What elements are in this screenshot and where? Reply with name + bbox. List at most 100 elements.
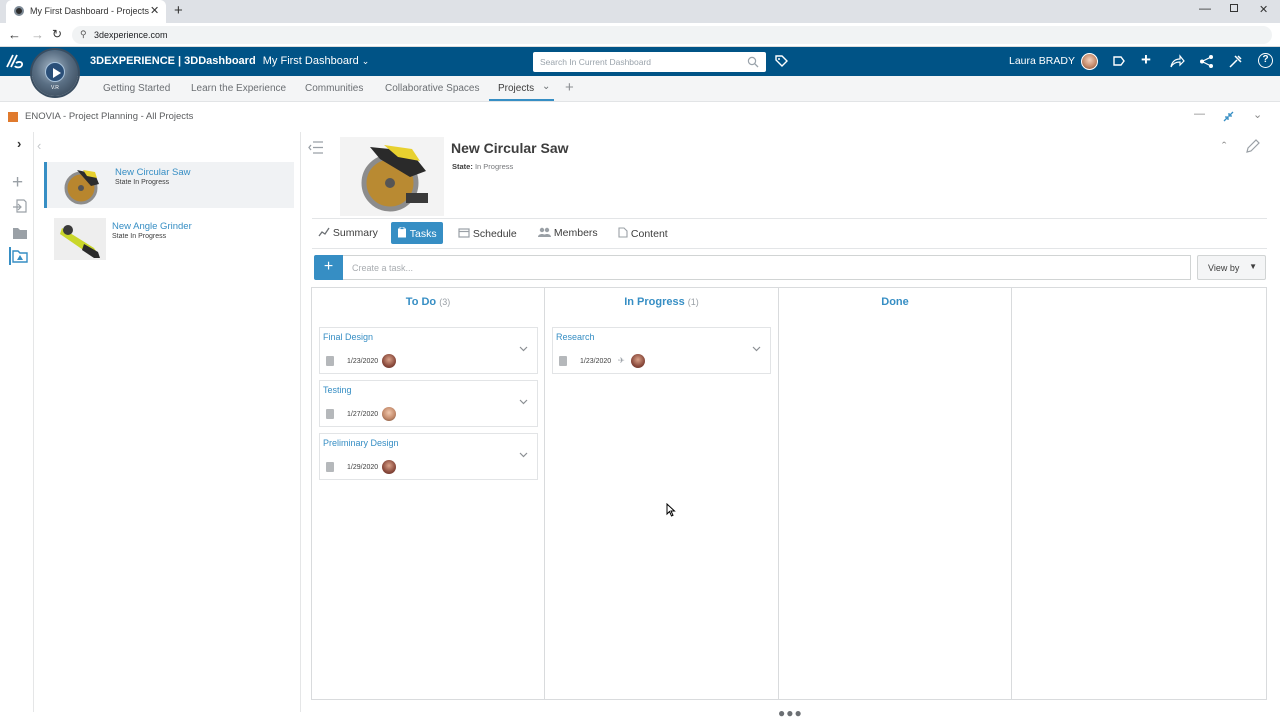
search-placeholder: Search In Current Dashboard: [540, 57, 652, 67]
widget-menu-chevron-icon[interactable]: ⌄: [1253, 108, 1262, 121]
assignee-avatar[interactable]: [382, 460, 396, 474]
minimize-widget-icon[interactable]: —: [1194, 108, 1205, 120]
restore-window-icon[interactable]: [1230, 4, 1238, 12]
project-folder-icon[interactable]: [12, 249, 28, 263]
tab-schedule[interactable]: Schedule: [452, 222, 523, 244]
header-divider: [312, 218, 1267, 219]
clipboard-icon: [398, 227, 406, 238]
view-by-label: View by: [1208, 263, 1240, 273]
more-options-icon[interactable]: ●●●: [778, 706, 803, 720]
add-icon[interactable]: +: [1141, 50, 1151, 70]
new-tab-icon[interactable]: +: [174, 2, 183, 19]
project-name[interactable]: New Angle Grinder: [112, 221, 192, 232]
minimize-window-icon[interactable]: —: [1199, 1, 1211, 15]
task-title[interactable]: Preliminary Design: [323, 438, 399, 448]
collapse-list-icon[interactable]: ‹: [37, 138, 41, 153]
tools-icon[interactable]: [1228, 54, 1243, 69]
help-icon[interactable]: ?: [1258, 53, 1273, 68]
view-by-dropdown[interactable]: View by ▼: [1197, 255, 1266, 280]
forward-icon[interactable]: →: [31, 27, 44, 42]
tab-label: Content: [630, 228, 668, 240]
project-item[interactable]: New Circular Saw State In Progress: [44, 162, 294, 208]
collapse-header-icon[interactable]: ˆ: [1222, 139, 1226, 154]
search-icon[interactable]: [747, 56, 759, 68]
back-icon[interactable]: ←: [8, 27, 21, 42]
task-card[interactable]: Final Design 1/23/2020: [319, 327, 538, 374]
dashboard-name[interactable]: My First Dashboard: [263, 55, 359, 67]
chevron-down-icon[interactable]: [752, 346, 761, 352]
pin-icon[interactable]: ✈: [618, 356, 625, 365]
network-icon[interactable]: [1199, 54, 1214, 69]
tab-content[interactable]: Content: [612, 222, 674, 244]
site-info-icon[interactable]: ⚲: [80, 29, 87, 40]
rail-selected-indicator: [9, 247, 11, 265]
column-done: Done: [779, 288, 1012, 699]
column-empty: [1012, 288, 1266, 699]
document-icon: [618, 227, 628, 238]
chevron-down-icon[interactable]: [519, 399, 528, 405]
create-task-input[interactable]: Create a task...: [343, 255, 1191, 280]
share-icon[interactable]: [1169, 54, 1185, 69]
chevron-down-icon[interactable]: [519, 346, 528, 352]
task-title[interactable]: Testing: [323, 385, 352, 395]
browser-tab[interactable]: My First Dashboard - Projects ✕: [6, 0, 166, 23]
user-name[interactable]: Laura BRADY: [1009, 55, 1075, 67]
edit-icon[interactable]: [1245, 139, 1260, 154]
column-to-do: To Do (3) Final Design 1/23/2020 Testing…: [312, 288, 545, 699]
column-in-progress: In Progress (1) Research 1/23/2020 ✈: [545, 288, 779, 699]
tab-communities[interactable]: Communities: [305, 83, 363, 94]
expand-icon[interactable]: ›: [17, 136, 21, 151]
tab-tasks[interactable]: Tasks: [391, 222, 443, 244]
tag-icon[interactable]: [774, 54, 789, 69]
notifications-icon[interactable]: [1111, 54, 1126, 69]
project-item[interactable]: New Angle Grinder State In Progress: [44, 216, 294, 262]
folder-icon[interactable]: [12, 226, 28, 240]
url-field[interactable]: ⚲ 3dexperience.com: [72, 26, 1272, 44]
platform-top-bar: 3DEXPERIENCE | 3DDashboard My First Dash…: [0, 47, 1280, 76]
task-title[interactable]: Final Design: [323, 332, 373, 342]
mouse-cursor-icon: [666, 503, 676, 517]
search-input[interactable]: Search In Current Dashboard: [533, 52, 766, 72]
project-name[interactable]: New Circular Saw: [115, 167, 191, 178]
assignee-avatar[interactable]: [631, 354, 645, 368]
close-tab-icon[interactable]: ✕: [150, 4, 159, 17]
task-title[interactable]: Research: [556, 332, 595, 342]
angle-grinder-thumbnail: [54, 218, 106, 260]
ds-logo-icon[interactable]: [5, 53, 25, 69]
task-card[interactable]: Research 1/23/2020 ✈: [552, 327, 771, 374]
tab-getting-started[interactable]: Getting Started: [103, 83, 170, 94]
add-tab-icon[interactable]: +: [565, 79, 574, 96]
assignee-avatar[interactable]: [382, 407, 396, 421]
add-task-button[interactable]: +: [314, 255, 343, 280]
reload-icon[interactable]: ↻: [52, 27, 62, 41]
task-card[interactable]: Testing 1/27/2020: [319, 380, 538, 427]
brand-3d: 3D: [90, 55, 105, 67]
import-icon[interactable]: [12, 198, 28, 214]
assignee-avatar[interactable]: [382, 354, 396, 368]
project-state: State In Progress: [112, 233, 167, 240]
add-project-icon[interactable]: +: [12, 172, 23, 194]
platform-brand: 3DEXPERIENCE | 3DDashboard My First Dash…: [90, 55, 369, 67]
widget-title: ENOVIA - Project Planning - All Projects: [25, 111, 194, 122]
caret-down-icon: ▼: [1249, 262, 1257, 271]
tab-collaborative-spaces[interactable]: Collaborative Spaces: [385, 83, 480, 94]
compass-icon[interactable]: V.R: [32, 50, 78, 96]
tab-summary[interactable]: Summary: [312, 222, 384, 244]
tab-menu-chevron-icon[interactable]: ⌄: [542, 81, 550, 92]
column-header: To Do (3): [312, 296, 544, 308]
tab-members[interactable]: Members: [532, 222, 604, 244]
task-card[interactable]: Preliminary Design 1/29/2020: [319, 433, 538, 480]
tab-label: Tasks: [409, 228, 437, 240]
tab-projects[interactable]: Projects: [498, 83, 534, 94]
state-value: In Progress: [474, 162, 514, 171]
dashboard-tabs: Getting Started Learn the Experience Com…: [0, 76, 1280, 102]
user-avatar[interactable]: [1081, 53, 1098, 70]
close-window-icon[interactable]: ✕: [1259, 3, 1268, 16]
chevron-down-icon[interactable]: ⌄: [362, 56, 370, 66]
toggle-panel-icon[interactable]: [308, 141, 324, 154]
tab-learn-the-experience[interactable]: Learn the Experience: [191, 83, 286, 94]
project-state: State In Progress: [115, 179, 170, 186]
collapse-widget-icon[interactable]: [1223, 111, 1234, 122]
chevron-down-icon[interactable]: [519, 452, 528, 458]
project-state-line: State: In Progress: [452, 162, 513, 171]
